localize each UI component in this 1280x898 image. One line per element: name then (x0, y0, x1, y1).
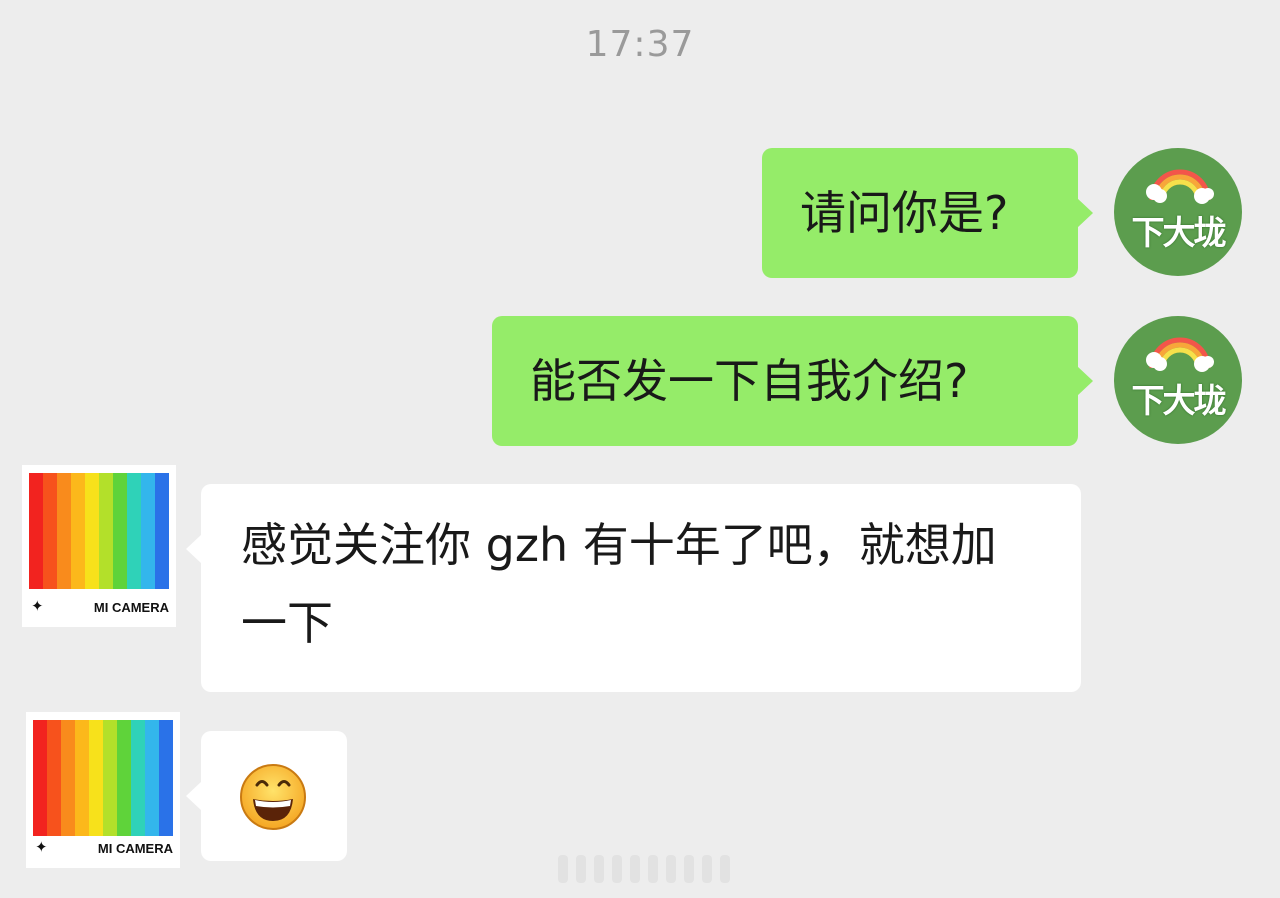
self-avatar[interactable]: 下大垅 (1114, 148, 1242, 276)
sent-message-bubble[interactable]: 能否发一下自我介绍? (492, 316, 1093, 446)
message-text: 请问你是? (800, 186, 1009, 240)
contact-avatar[interactable]: ✦ MI CAMERA (22, 465, 176, 627)
received-emoji-bubble[interactable] (186, 731, 347, 861)
color-stripes (29, 473, 169, 589)
avatar-label: 下大垅 (1131, 381, 1227, 420)
star-icon: ✦ (31, 597, 44, 615)
sent-message-bubble[interactable]: 请问你是? (762, 148, 1093, 278)
avatar-label: 下大垅 (1131, 213, 1227, 252)
avatar-label: MI CAMERA (93, 600, 169, 615)
self-avatar[interactable]: 下大垅 (1114, 316, 1242, 444)
color-stripes (33, 720, 173, 836)
message-timestamp: 17:37 (585, 24, 695, 65)
scroll-indicator (558, 855, 730, 883)
grinning-face-emoji-icon (240, 764, 306, 830)
contact-avatar[interactable]: ✦ MI CAMERA (26, 712, 180, 868)
message-text: 能否发一下自我介绍? (530, 354, 969, 408)
received-message-bubble[interactable]: 感觉关注你 gzh 有十年了吧，就想加一下 (186, 484, 1081, 692)
star-icon: ✦ (35, 838, 48, 856)
message-text: 感觉关注你 gzh 有十年了吧，就想加一下 (241, 518, 997, 650)
avatar-label: MI CAMERA (97, 841, 173, 856)
